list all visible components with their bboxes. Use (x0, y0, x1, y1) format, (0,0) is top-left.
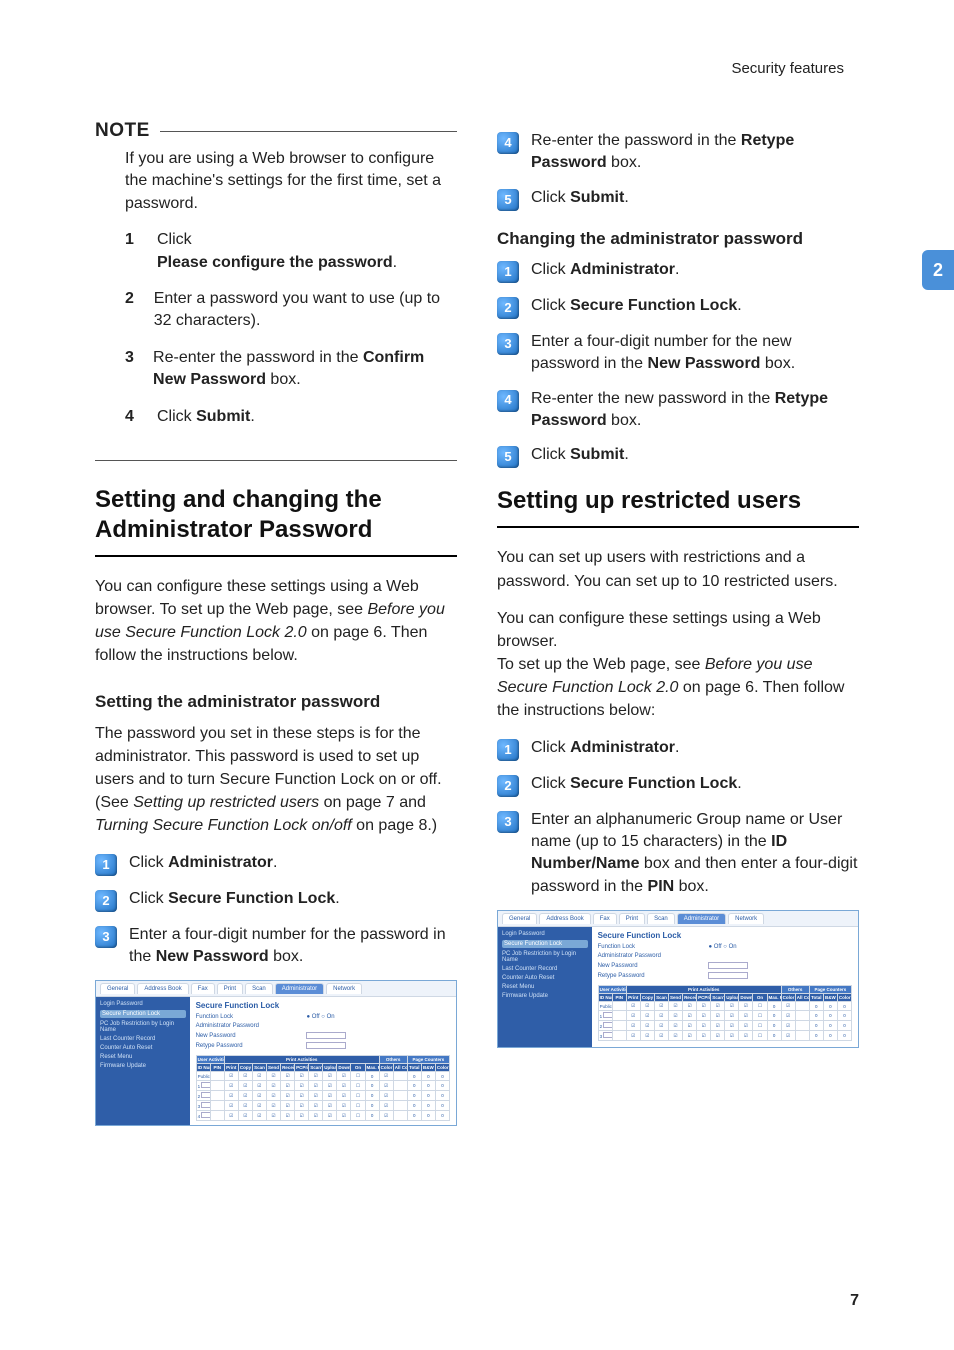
step-bullet: 5 (497, 446, 519, 468)
subhead-change-admin-pw: Changing the administrator password (497, 229, 859, 249)
step-bullet: 1 (497, 261, 519, 283)
step-bullet: 2 (497, 775, 519, 797)
note-step-num: 3 (125, 347, 135, 392)
restricted-intro-2: You can configure these settings using a… (497, 607, 859, 723)
step-text: Enter a four-digit number for the passwo… (129, 924, 457, 969)
step-bullet: 2 (497, 297, 519, 319)
step-bullet: 2 (95, 890, 117, 912)
heading-admin-password: Setting and changing the Administrator P… (95, 485, 457, 557)
step-bullet: 1 (95, 854, 117, 876)
page: Security features 2 7 NOTE If you are us… (0, 0, 954, 1350)
note-label: NOTE (95, 120, 150, 142)
note-step-text: Click Please configure the password. (157, 229, 397, 274)
note-rule (160, 131, 457, 132)
step-text: Re-enter the new password in the Retype … (531, 388, 859, 433)
intro-paragraph: You can configure these settings using a… (95, 575, 457, 668)
step-text: Click Secure Function Lock. (531, 295, 742, 319)
step-bullet: 3 (95, 926, 117, 948)
note-step-num: 1 (125, 229, 139, 274)
subhead-set-admin-pw: Setting the administrator password (95, 692, 457, 712)
chapter-tab: 2 (922, 250, 954, 290)
step-text: Re-enter the password in the Retype Pass… (531, 130, 859, 175)
admin-pw-steps-cont: 4 Re-enter the password in the Retype Pa… (497, 130, 859, 211)
restricted-intro-1: You can set up users with restrictions a… (497, 546, 859, 592)
note-step-text: Enter a password you want to use (up to … (154, 288, 457, 333)
step-text: Enter a four-digit number for the new pa… (531, 331, 859, 376)
step-bullet: 4 (497, 390, 519, 412)
note-step-text: Click Submit. (157, 406, 255, 428)
running-header: Security features (731, 60, 844, 77)
right-column: 4 Re-enter the password in the Retype Pa… (497, 80, 859, 1126)
left-column: NOTE If you are using a Web browser to c… (95, 80, 457, 1126)
step-text: Click Administrator. (531, 737, 679, 761)
admin-pw-paragraph: The password you set in these steps is f… (95, 722, 457, 838)
content-columns: NOTE If you are using a Web browser to c… (0, 0, 954, 1166)
web-screenshot-restricted: General Address Book Fax Print Scan Admi… (497, 910, 859, 1048)
page-number: 7 (850, 1292, 859, 1310)
step-bullet: 3 (497, 811, 519, 833)
step-bullet: 4 (497, 132, 519, 154)
step-bullet: 1 (497, 739, 519, 761)
heading-restricted-users: Setting up restricted users (497, 486, 859, 528)
step-text: Click Submit. (531, 187, 629, 211)
note-box: NOTE If you are using a Web browser to c… (95, 120, 457, 461)
admin-pw-steps: 1 Click Administrator. 2 Click Secure Fu… (95, 852, 457, 969)
step-text: Click Secure Function Lock. (531, 773, 742, 797)
step-bullet: 3 (497, 333, 519, 355)
note-step-num: 2 (125, 288, 136, 333)
note-step-num: 4 (125, 406, 139, 428)
step-text: Click Administrator. (129, 852, 277, 876)
step-text: Click Submit. (531, 444, 629, 468)
note-intro: If you are using a Web browser to config… (125, 150, 441, 212)
restricted-steps: 1 Click Administrator. 2 Click Secure Fu… (497, 737, 859, 899)
change-pw-steps: 1 Click Administrator. 2 Click Secure Fu… (497, 259, 859, 469)
step-text: Click Administrator. (531, 259, 679, 283)
step-bullet: 5 (497, 189, 519, 211)
web-screenshot-admin-pw: General Address Book Fax Print Scan Admi… (95, 980, 457, 1126)
step-text: Enter an alphanumeric Group name or User… (531, 809, 859, 899)
note-step-text: Re-enter the password in the Confirm New… (153, 347, 457, 392)
step-text: Click Secure Function Lock. (129, 888, 340, 912)
